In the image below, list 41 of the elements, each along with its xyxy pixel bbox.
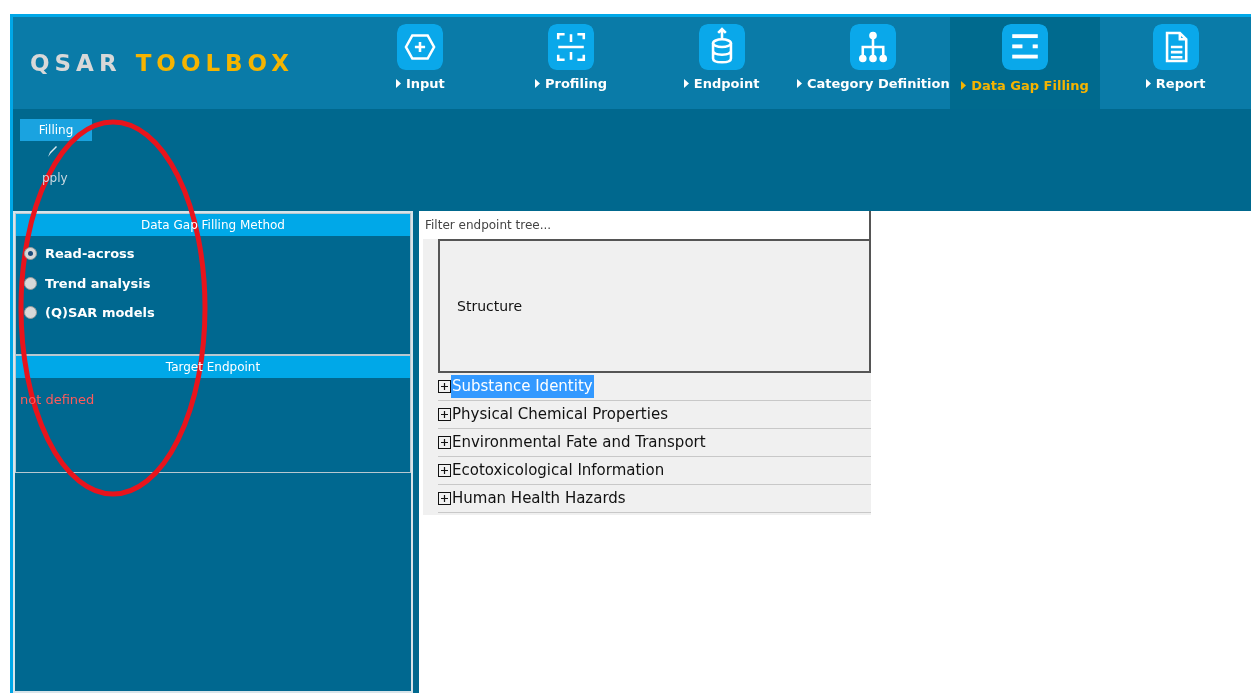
ribbon-group-label: Filling [20, 119, 92, 141]
tree-node[interactable]: Environmental Fate and Transport [438, 429, 871, 457]
filter-field[interactable]: Filter endpoint tree... [423, 211, 871, 239]
triangle-icon [1145, 79, 1151, 89]
tree-node-label: Substance Identity [451, 375, 594, 398]
expand-icon[interactable] [438, 436, 451, 449]
triangle-icon [683, 79, 689, 89]
triangle-icon [395, 79, 401, 89]
triangle-icon [961, 81, 967, 91]
ribbon-tab[interactable]: Data Gap Filling [949, 17, 1101, 109]
document-icon [1152, 24, 1199, 70]
triangle-icon [535, 79, 540, 89]
hexagon-plus-icon [397, 24, 444, 70]
ribbon-tab[interactable]: Category Definition [796, 17, 950, 109]
tree-node[interactable]: Substance Identity [438, 373, 871, 401]
ribbon-tab[interactable]: Report [1100, 17, 1251, 109]
logo-text: QSAR [30, 48, 122, 78]
radio-button[interactable] [24, 276, 37, 290]
radio-option[interactable]: (Q)SAR models [24, 303, 155, 323]
radio-button[interactable] [24, 306, 37, 320]
triangle-icon [796, 79, 802, 89]
tree-node-label: Human Health Hazards [451, 488, 627, 510]
radio-option[interactable]: Trend analysis [24, 273, 151, 293]
tree-node-label: Physical Chemical Properties [451, 404, 669, 426]
tree-node[interactable]: Physical Chemical Properties [438, 401, 871, 429]
ribbon-tab[interactable]: Profiling [495, 17, 647, 109]
tree-node-label: Ecotoxicological Information [451, 460, 666, 482]
logo-text: TOOLBOX [135, 48, 295, 78]
database-upload-icon [698, 24, 745, 70]
radio-option[interactable]: Read-across [24, 244, 135, 264]
tree-node-label: Environmental Fate and Transport [451, 432, 707, 454]
tree-node[interactable]: Ecotoxicological Information [438, 457, 871, 485]
expand-icon[interactable] [438, 408, 451, 421]
scan-icon [548, 24, 594, 70]
structure-box: Structure [438, 239, 871, 373]
ribbon-tab[interactable]: Endpoint [646, 17, 797, 109]
expand-icon[interactable] [438, 492, 451, 505]
hierarchy-icon [850, 24, 897, 70]
tree-node[interactable]: Human Health Hazards [438, 485, 871, 513]
expand-icon[interactable] [438, 464, 451, 477]
ribbon-tab[interactable]: Input [345, 17, 496, 109]
